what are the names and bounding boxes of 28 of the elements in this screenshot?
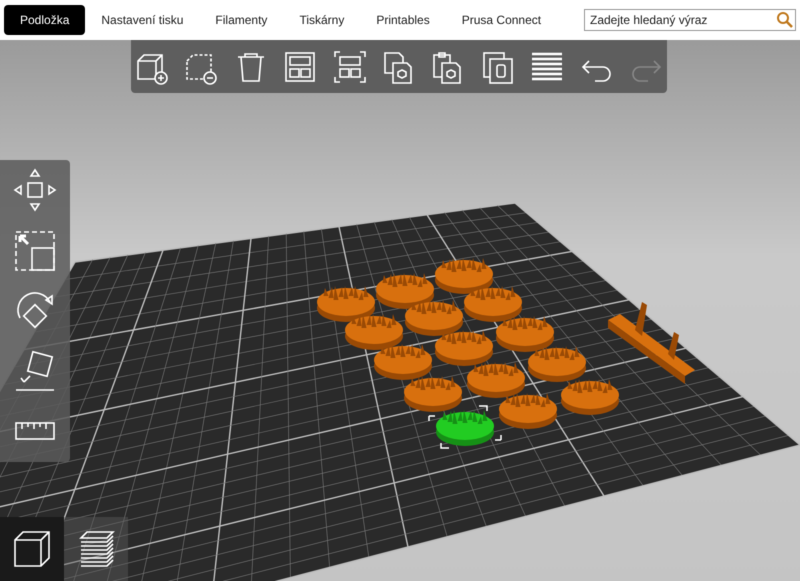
tab[interactable]: Tiskárny — [283, 5, 360, 35]
model[interactable] — [345, 314, 403, 350]
tab[interactable]: Prusa Connect — [446, 5, 558, 35]
model[interactable] — [528, 346, 586, 382]
model[interactable] — [435, 258, 493, 294]
stacked-layers-button[interactable] — [64, 517, 128, 581]
model[interactable] — [405, 300, 463, 336]
model[interactable] — [608, 302, 695, 384]
layout-corners-icon — [332, 48, 368, 84]
model[interactable] — [374, 344, 432, 380]
model[interactable] — [317, 286, 375, 322]
cube-button[interactable] — [0, 517, 64, 581]
model[interactable] — [464, 286, 522, 322]
search-icon[interactable] — [776, 11, 794, 29]
tab[interactable]: Podložka — [4, 5, 86, 35]
model[interactable] — [404, 376, 462, 412]
model[interactable] — [499, 393, 557, 429]
model[interactable] — [496, 316, 554, 352]
model[interactable] — [561, 379, 619, 415]
model[interactable] — [435, 330, 493, 366]
tab[interactable]: Printables — [360, 5, 446, 35]
selected-model[interactable] — [428, 405, 502, 449]
search-field[interactable]: Zadejte hledaný výraz — [584, 9, 796, 31]
model[interactable] — [467, 362, 525, 398]
tab[interactable]: Nastavení tisku — [85, 5, 200, 35]
move-arrows-icon — [12, 167, 58, 214]
model[interactable] — [376, 273, 434, 309]
tab[interactable]: Filamenty — [199, 5, 284, 35]
